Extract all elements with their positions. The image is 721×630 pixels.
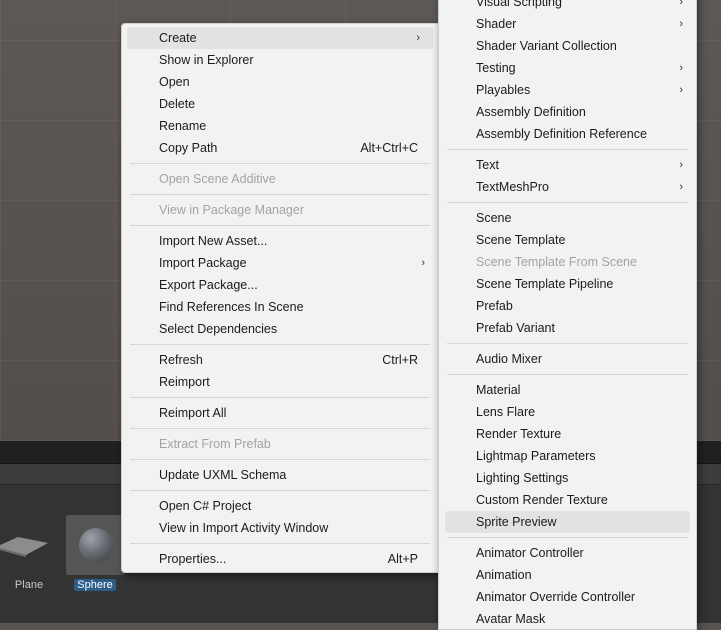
menu-item-open[interactable]: Open <box>122 71 438 93</box>
submenu-item-custom-render-texture[interactable]: Custom Render Texture <box>439 489 696 511</box>
menu-item-select-dependencies[interactable]: Select Dependencies <box>122 318 438 340</box>
submenu-item-testing[interactable]: Testing › <box>439 57 696 79</box>
chevron-right-icon: › <box>679 159 683 171</box>
chevron-right-icon: › <box>679 18 683 30</box>
submenu-item-visual-scripting[interactable]: Visual Scripting › <box>439 0 696 13</box>
menu-separator <box>447 343 688 344</box>
chevron-right-icon: › <box>679 84 683 96</box>
menu-separator <box>447 537 688 538</box>
context-menu: Create › Show in Explorer Open Delete Ren… <box>121 23 439 573</box>
asset-plane[interactable]: Plane <box>0 515 58 591</box>
submenu-item-sprite-preview[interactable]: Sprite Preview <box>445 511 690 533</box>
menu-item-view-import-activity[interactable]: View in Import Activity Window <box>122 517 438 539</box>
submenu-item-textmeshpro[interactable]: TextMeshPro › <box>439 176 696 198</box>
sphere-thumbnail <box>66 515 124 575</box>
plane-icon <box>0 537 48 557</box>
chevron-right-icon: › <box>416 32 420 44</box>
menu-item-import-package[interactable]: Import Package › <box>122 252 438 274</box>
menu-separator <box>130 194 430 195</box>
submenu-item-playables[interactable]: Playables › <box>439 79 696 101</box>
chevron-right-icon: › <box>421 257 425 269</box>
menu-separator <box>130 344 430 345</box>
submenu-item-avatar-mask[interactable]: Avatar Mask <box>439 608 696 630</box>
submenu-item-assembly-definition[interactable]: Assembly Definition <box>439 101 696 123</box>
submenu-item-text[interactable]: Text › <box>439 154 696 176</box>
menu-separator <box>447 374 688 375</box>
shortcut-refresh: Ctrl+R <box>382 353 418 367</box>
menu-item-open-scene-additive: Open Scene Additive <box>159 172 276 186</box>
shortcut-copy-path: Alt+Ctrl+C <box>360 141 418 155</box>
create-submenu: Visual Scripting › Shader › Shader Variant… <box>438 0 697 630</box>
submenu-item-shader-variant-collection[interactable]: Shader Variant Collection <box>439 35 696 57</box>
plane-thumbnail <box>0 515 58 575</box>
chevron-right-icon: › <box>679 0 683 8</box>
menu-item-properties[interactable]: Properties... Alt+P <box>122 548 438 570</box>
submenu-item-prefab[interactable]: Prefab <box>439 295 696 317</box>
menu-item-create[interactable]: Create › <box>127 27 433 49</box>
submenu-item-scene-template-from-scene: Scene Template From Scene <box>476 255 637 269</box>
menu-item-find-references[interactable]: Find References In Scene <box>122 296 438 318</box>
submenu-item-audio-mixer[interactable]: Audio Mixer <box>439 348 696 370</box>
menu-separator <box>130 543 430 544</box>
chevron-right-icon: › <box>679 62 683 74</box>
menu-item-import-new-asset[interactable]: Import New Asset... <box>122 230 438 252</box>
sphere-icon <box>79 528 113 562</box>
asset-label-plane: Plane <box>14 579 44 591</box>
menu-item-copy-path[interactable]: Copy Path Alt+Ctrl+C <box>122 137 438 159</box>
submenu-item-lightmap-parameters[interactable]: Lightmap Parameters <box>439 445 696 467</box>
shortcut-properties: Alt+P <box>387 552 418 566</box>
menu-item-show-in-explorer[interactable]: Show in Explorer <box>122 49 438 71</box>
menu-item-reimport-all[interactable]: Reimport All <box>122 402 438 424</box>
menu-separator <box>130 397 430 398</box>
submenu-item-material[interactable]: Material <box>439 379 696 401</box>
menu-separator <box>130 459 430 460</box>
menu-item-rename[interactable]: Rename <box>122 115 438 137</box>
menu-item-view-in-package-manager: View in Package Manager <box>159 203 304 217</box>
menu-item-export-package[interactable]: Export Package... <box>122 274 438 296</box>
submenu-item-scene-template-pipeline[interactable]: Scene Template Pipeline <box>439 273 696 295</box>
menu-separator <box>130 163 430 164</box>
submenu-item-scene-template[interactable]: Scene Template <box>439 229 696 251</box>
menu-separator <box>130 490 430 491</box>
menu-separator <box>130 428 430 429</box>
submenu-item-shader[interactable]: Shader › <box>439 13 696 35</box>
menu-separator <box>130 225 430 226</box>
submenu-item-scene[interactable]: Scene <box>439 207 696 229</box>
menu-item-delete[interactable]: Delete <box>122 93 438 115</box>
asset-sphere[interactable]: Sphere <box>66 515 124 591</box>
menu-separator <box>447 149 688 150</box>
menu-item-extract-from-prefab: Extract From Prefab <box>159 437 271 451</box>
submenu-item-animator-override-controller[interactable]: Animator Override Controller <box>439 586 696 608</box>
chevron-right-icon: › <box>679 181 683 193</box>
submenu-item-animator-controller[interactable]: Animator Controller <box>439 542 696 564</box>
submenu-item-assembly-definition-reference[interactable]: Assembly Definition Reference <box>439 123 696 145</box>
menu-item-reimport[interactable]: Reimport <box>122 371 438 393</box>
menu-item-refresh[interactable]: Refresh Ctrl+R <box>122 349 438 371</box>
menu-item-update-uxml-schema[interactable]: Update UXML Schema <box>122 464 438 486</box>
menu-separator <box>447 202 688 203</box>
menu-item-open-csharp-project[interactable]: Open C# Project <box>122 495 438 517</box>
submenu-item-lighting-settings[interactable]: Lighting Settings <box>439 467 696 489</box>
submenu-item-lens-flare[interactable]: Lens Flare <box>439 401 696 423</box>
asset-label-sphere: Sphere <box>74 579 116 591</box>
submenu-item-animation[interactable]: Animation <box>439 564 696 586</box>
submenu-item-render-texture[interactable]: Render Texture <box>439 423 696 445</box>
submenu-item-prefab-variant[interactable]: Prefab Variant <box>439 317 696 339</box>
